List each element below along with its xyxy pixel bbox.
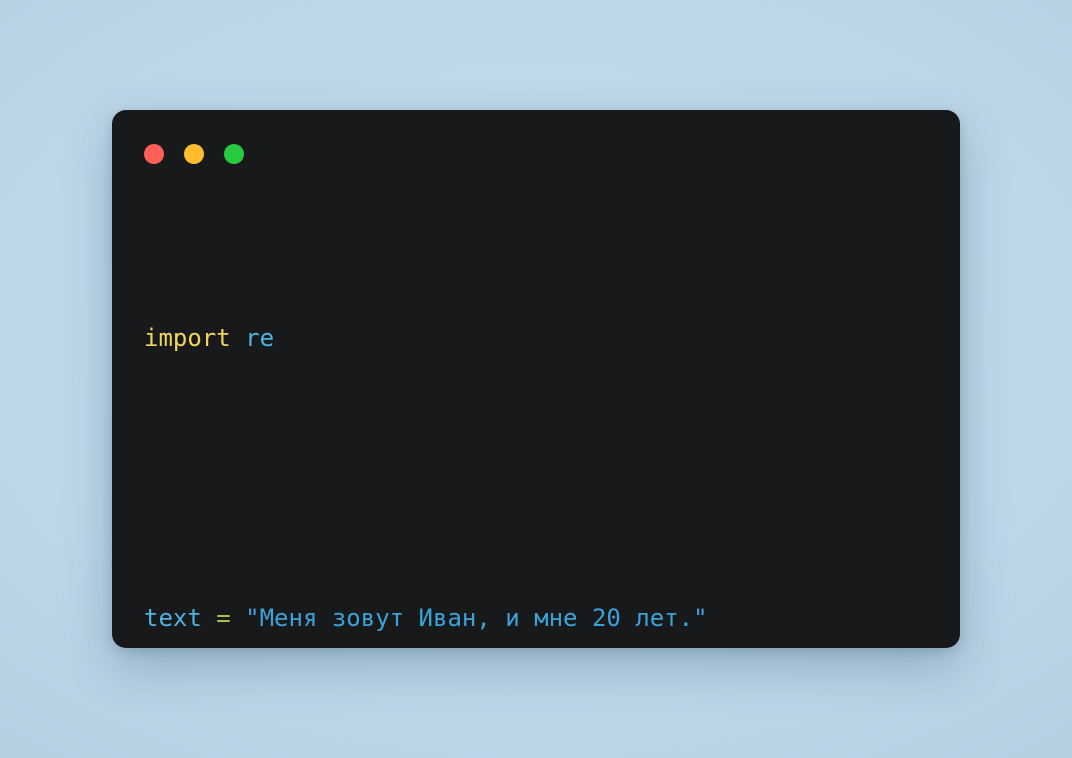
code-line-3: text = "Меня зовут Иван, и мне 20 лет." [144, 601, 948, 636]
string-literal-text: "Меня зовут Иван, и мне 20 лет." [245, 604, 708, 632]
keyword-import: import [144, 324, 231, 352]
code-block[interactable]: import re text = "Меня зовут Иван, и мне… [144, 216, 948, 648]
code-line-2-blank [144, 461, 948, 496]
variable-text: text [144, 604, 202, 632]
maximize-window-button[interactable] [224, 144, 244, 164]
window-titlebar [144, 144, 244, 164]
close-window-button[interactable] [144, 144, 164, 164]
code-window: import re text = "Меня зовут Иван, и мне… [112, 110, 960, 648]
assign-operator: = [201, 604, 246, 632]
page-background: import re text = "Меня зовут Иван, и мне… [0, 0, 1072, 758]
code-line-1: import re [144, 321, 948, 356]
minimize-window-button[interactable] [184, 144, 204, 164]
module-re: re [245, 324, 275, 352]
